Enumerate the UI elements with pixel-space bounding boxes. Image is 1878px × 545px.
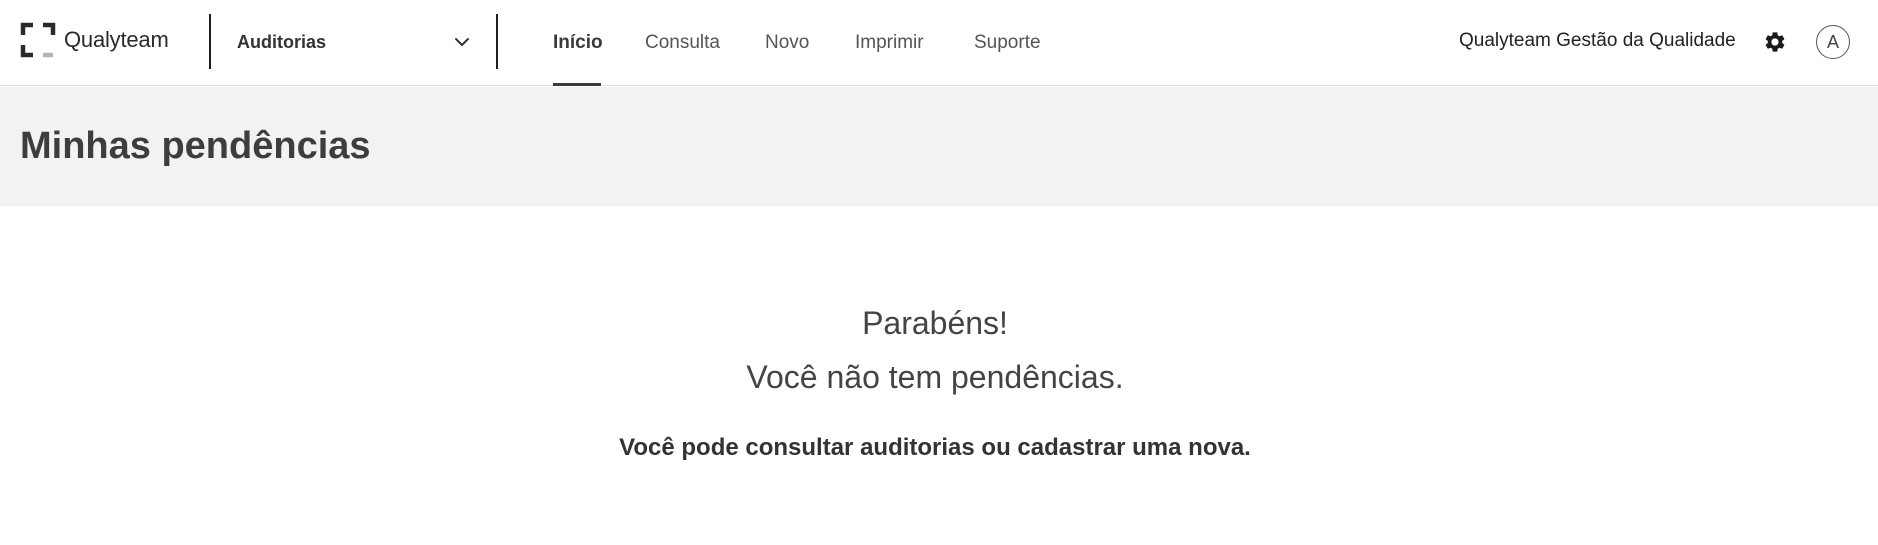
nav-item-inicio[interactable]: Início <box>553 0 603 86</box>
page-title: Minhas pendências <box>20 125 371 167</box>
nav-item-label: Imprimir <box>855 32 924 53</box>
nav-item-suporte[interactable]: Suporte <box>974 0 1044 86</box>
module-selector-label: Auditorias <box>237 32 327 52</box>
nav-item-label: Novo <box>765 32 810 53</box>
empty-state-message: Você não tem pendências. <box>746 359 1124 395</box>
page-header: Minhas pendências <box>0 87 1878 206</box>
nav-item-label: Consulta <box>645 32 720 53</box>
top-navigation-bar: Qualyteam Auditorias Início Consulta Nov… <box>0 0 1878 86</box>
gear-icon[interactable] <box>1763 30 1787 54</box>
organization-name[interactable]: Qualyteam Gestão da Qualidade <box>1459 30 1736 52</box>
qualyteam-logo-icon <box>20 22 56 58</box>
app-logo[interactable]: Qualyteam <box>20 22 169 58</box>
main-nav: Início Consulta Novo Imprimir Suporte <box>553 0 1044 86</box>
empty-state-title: Parabéns! <box>862 305 1008 341</box>
avatar-initial: A <box>1826 31 1839 52</box>
chevron-down-icon <box>455 38 469 46</box>
divider <box>496 14 498 69</box>
user-avatar[interactable]: A <box>1816 25 1850 59</box>
nav-item-consulta[interactable]: Consulta <box>645 0 721 86</box>
nav-item-label: Suporte <box>974 32 1041 53</box>
empty-state-hint: Você pode consultar auditorias ou cadast… <box>619 434 1251 461</box>
nav-item-imprimir[interactable]: Imprimir <box>855 0 931 86</box>
logo-text: Qualyteam <box>64 27 169 52</box>
nav-item-label: Início <box>553 32 603 53</box>
module-selector[interactable]: Auditorias <box>210 14 480 71</box>
empty-state: Parabéns! Você não tem pendências. Você … <box>0 296 1870 462</box>
nav-item-novo[interactable]: Novo <box>765 0 812 86</box>
